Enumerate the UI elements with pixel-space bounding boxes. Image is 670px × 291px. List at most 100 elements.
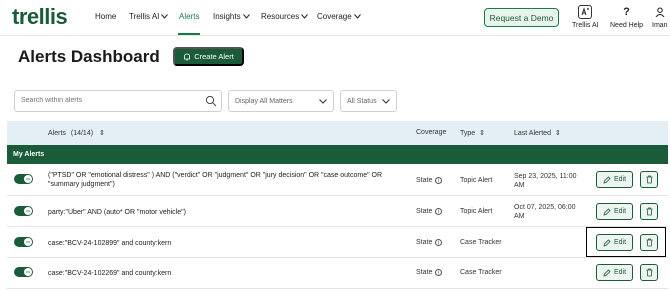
header-type-label: Type bbox=[460, 130, 476, 137]
coverage-value: State bbox=[416, 177, 433, 184]
delete-button[interactable] bbox=[640, 171, 658, 188]
header-alerts-label: Alerts bbox=[48, 130, 66, 137]
coverage-cell: State i bbox=[416, 208, 443, 215]
type-cell: Case Tracker bbox=[460, 269, 502, 276]
nav-home-label: Home bbox=[95, 12, 117, 21]
nav-trellis-ai-assistant[interactable]: Trellis AI bbox=[572, 5, 599, 29]
search-input[interactable] bbox=[21, 97, 201, 104]
chevron-down-icon bbox=[242, 14, 250, 19]
nav-user-label: Iman bbox=[652, 22, 668, 29]
coverage-cell: State i bbox=[416, 239, 443, 246]
info-icon[interactable]: i bbox=[435, 269, 443, 276]
ai-sparkle-icon bbox=[578, 5, 593, 19]
toggle-knob: ON bbox=[24, 268, 32, 276]
pencil-icon bbox=[603, 175, 611, 184]
last-alerted-cell: Oct 07, 2025, 06:00 AM bbox=[514, 204, 576, 220]
edit-button[interactable]: Edit bbox=[596, 203, 633, 220]
type-cell: Topic Alert bbox=[460, 208, 493, 215]
delete-button[interactable] bbox=[640, 203, 658, 220]
sort-icon: ⇕ bbox=[99, 130, 105, 137]
sort-icon: ⇕ bbox=[479, 130, 486, 137]
last-alerted-cell: Sep 23, 2025, 11:00 AM bbox=[514, 173, 577, 189]
type-cell: Case Tracker bbox=[460, 239, 502, 246]
toggle-knob: ON bbox=[24, 207, 32, 215]
pencil-icon bbox=[603, 268, 611, 277]
header-coverage: Coverage bbox=[416, 129, 447, 136]
status-select[interactable]: All Status bbox=[340, 90, 397, 112]
sort-icon: ⇕ bbox=[554, 130, 561, 137]
trash-icon bbox=[646, 268, 652, 277]
alert-query: case:"BCV-24-102899" and county:kern bbox=[48, 240, 172, 247]
trellis-logo[interactable]: trellis bbox=[12, 4, 68, 30]
edit-label: Edit bbox=[613, 176, 627, 183]
edit-button[interactable]: Edit bbox=[596, 171, 633, 188]
table-row: ON ("PTSD" OR "emotional distress" ) AND… bbox=[7, 164, 668, 196]
header-last-alerted-label: Last Alerted bbox=[514, 130, 551, 137]
trash-icon bbox=[646, 175, 652, 184]
bell-icon bbox=[184, 53, 191, 60]
coverage-cell: State i bbox=[416, 177, 443, 184]
top-navigation: trellis Home Trellis AI Alerts Insights … bbox=[0, 0, 670, 36]
nav-need-help-label: Need Help bbox=[610, 22, 644, 29]
nav-insights[interactable]: Insights bbox=[213, 12, 250, 21]
user-icon bbox=[653, 5, 667, 19]
coverage-value: State bbox=[416, 269, 433, 276]
chevron-down-icon bbox=[301, 14, 309, 19]
info-icon[interactable]: i bbox=[435, 208, 443, 215]
header-type[interactable]: Type ⇕ bbox=[460, 129, 485, 137]
active-tab-indicator bbox=[178, 33, 200, 35]
edit-button[interactable]: Edit bbox=[596, 264, 633, 281]
alert-query: party:"Uber" AND (auto* OR "motor vehicl… bbox=[48, 209, 186, 216]
nav-home[interactable]: Home bbox=[95, 12, 116, 21]
nav-coverage[interactable]: Coverage bbox=[317, 12, 361, 21]
create-alert-button[interactable]: Create Alert bbox=[173, 47, 244, 66]
nav-alerts-label: Alerts bbox=[179, 12, 200, 21]
toggle-knob: ON bbox=[24, 175, 32, 183]
header-alerts[interactable]: Alerts (14/14) ⇕ bbox=[48, 129, 105, 137]
table-row: ON case:"BCV-24-102899" and county:kern … bbox=[7, 227, 668, 258]
coverage-value: State bbox=[416, 208, 433, 215]
chevron-down-icon bbox=[319, 98, 327, 104]
search-box bbox=[14, 90, 222, 112]
alert-toggle[interactable]: ON bbox=[14, 267, 33, 277]
info-icon[interactable]: i bbox=[435, 239, 443, 246]
matters-select[interactable]: Display All Matters bbox=[228, 90, 334, 112]
nav-alerts[interactable]: Alerts bbox=[179, 12, 199, 21]
nav-resources[interactable]: Resources bbox=[261, 12, 309, 21]
header-alerts-count: (14/14) bbox=[70, 130, 94, 137]
nav-insights-label: Insights bbox=[213, 12, 241, 21]
nav-ai-assistant-label: Trellis AI bbox=[572, 22, 599, 29]
matters-select-value: Display All Matters bbox=[235, 97, 293, 105]
search-icon[interactable] bbox=[205, 95, 217, 107]
chevron-down-icon bbox=[353, 14, 361, 19]
edit-label: Edit bbox=[613, 208, 627, 215]
nav-trellis-ai[interactable]: Trellis AI bbox=[129, 12, 169, 21]
chevron-down-icon bbox=[161, 14, 169, 19]
nav-coverage-label: Coverage bbox=[317, 12, 352, 21]
alert-query: case:"BCV-24-102269" and county:kern bbox=[48, 270, 172, 277]
nav-user-profile[interactable]: Iman bbox=[652, 5, 668, 29]
create-alert-label: Create Alert bbox=[194, 52, 234, 61]
alert-query: ("PTSD" OR "emotional distress" ) AND ("… bbox=[48, 172, 383, 188]
status-select-value: All Status bbox=[347, 97, 377, 105]
nav-need-help[interactable]: ? Need Help bbox=[610, 5, 643, 29]
nav-trellis-ai-label: Trellis AI bbox=[129, 12, 160, 21]
table-row: ON party:"Uber" AND (auto* OR "motor veh… bbox=[7, 196, 668, 227]
info-icon[interactable]: i bbox=[435, 177, 443, 184]
trash-icon bbox=[646, 207, 652, 216]
group-my-alerts: My Alerts bbox=[7, 145, 668, 164]
coverage-value: State bbox=[416, 239, 433, 246]
table-header: Alerts (14/14) ⇕ Coverage Type ⇕ Last Al… bbox=[7, 121, 668, 145]
help-icon: ? bbox=[623, 6, 630, 18]
delete-button[interactable] bbox=[640, 264, 658, 281]
toggle-knob: ON bbox=[24, 238, 32, 246]
alert-toggle[interactable]: ON bbox=[14, 237, 33, 247]
alert-toggle[interactable]: ON bbox=[14, 206, 33, 216]
request-demo-button[interactable]: Request a Demo bbox=[484, 8, 559, 27]
table-row: ON case:"BCV-24-102269" and county:kern … bbox=[7, 258, 668, 289]
edit-label: Edit bbox=[613, 269, 627, 276]
page-title: Alerts Dashboard bbox=[18, 47, 160, 66]
header-last-alerted[interactable]: Last Alerted ⇕ bbox=[514, 129, 561, 137]
coverage-cell: State i bbox=[416, 269, 443, 276]
alert-toggle[interactable]: ON bbox=[14, 174, 33, 184]
